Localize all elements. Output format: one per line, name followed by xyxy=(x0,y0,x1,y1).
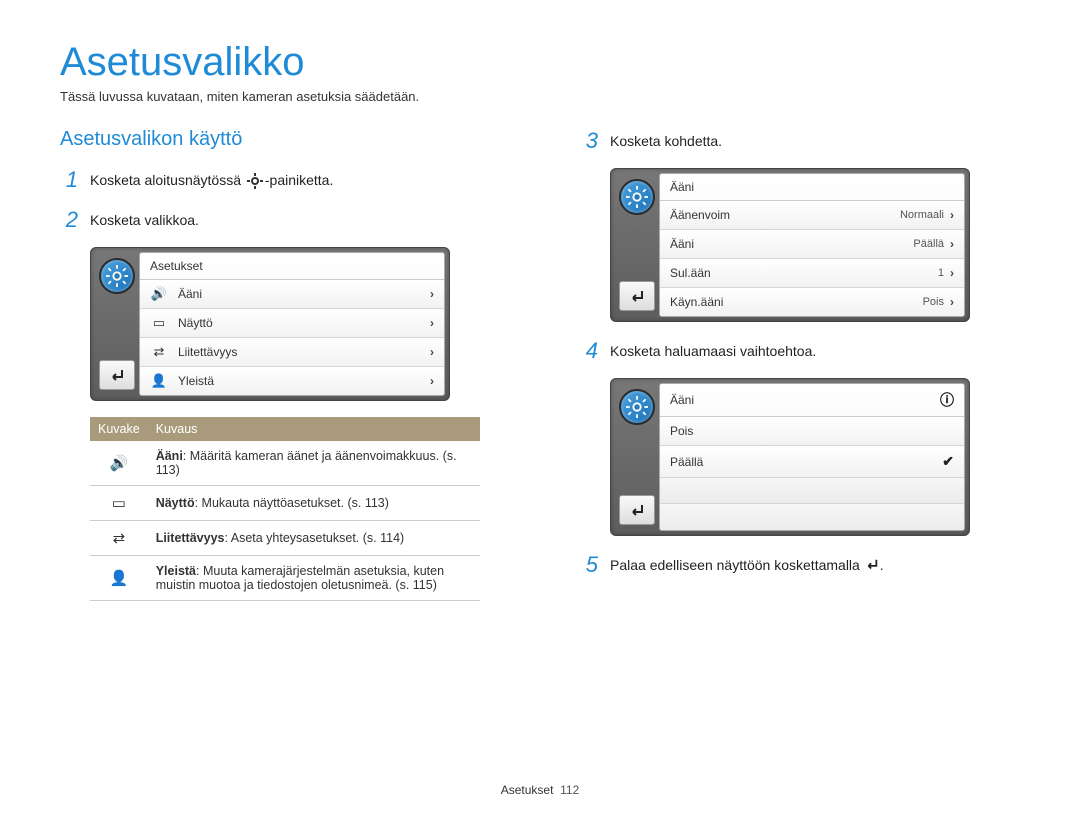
step-4: 4 Kosketa haluamaasi vaihtoehtoa. xyxy=(580,338,1020,364)
page-title: Asetusvalikko xyxy=(60,40,1020,85)
step-number: 1 xyxy=(60,167,78,193)
step-text: Palaa edelliseen näyttöön koskettamalla xyxy=(610,557,864,573)
display-icon: ▭ xyxy=(150,316,168,330)
panel-header: Ääni xyxy=(660,174,964,201)
connectivity-icon: ⇄ xyxy=(90,521,148,556)
display-icon: ▭ xyxy=(90,486,148,521)
row-label: Yleistä xyxy=(178,374,430,388)
gear-icon xyxy=(619,389,655,425)
table-header-icon: Kuvake xyxy=(90,417,148,441)
step-5: 5 Palaa edelliseen näyttöön koskettamall… xyxy=(580,552,1020,578)
panel-header: Ääni ⓘ xyxy=(660,384,964,417)
sound-icon: 🔊 xyxy=(90,441,148,486)
row-label: Ääni xyxy=(178,287,430,301)
back-button[interactable] xyxy=(619,281,655,311)
step-number: 4 xyxy=(580,338,598,364)
menu-row-shutter[interactable]: Sul.ään 1 › xyxy=(660,259,964,288)
step-number: 3 xyxy=(580,128,598,154)
general-icon: 👤 xyxy=(90,556,148,601)
row-label: Sul.ään xyxy=(670,266,938,280)
menu-row-beep[interactable]: Ääni Päällä › xyxy=(660,230,964,259)
chevron-right-icon: › xyxy=(430,374,434,388)
device-screen-sound: Ääni Äänenvoim Normaali › Ääni Päällä › … xyxy=(610,168,970,322)
desc-text: : Mukauta näyttöasetukset. (s. 113) xyxy=(195,496,389,510)
table-row: ⇄ Liitettävyys: Aseta yhteysasetukset. (… xyxy=(90,521,480,556)
sound-icon: 🔊 xyxy=(150,287,168,301)
menu-row-sound[interactable]: 🔊 Ääni › xyxy=(140,280,444,309)
chevron-right-icon: › xyxy=(950,208,954,222)
row-value: Normaali xyxy=(900,209,944,221)
row-value: Pois xyxy=(923,296,944,308)
section-title: Asetusvalikon käyttö xyxy=(60,128,500,151)
menu-row-volume[interactable]: Äänenvoim Normaali › xyxy=(660,201,964,230)
return-icon xyxy=(864,558,880,572)
row-label: Käyn.ääni xyxy=(670,295,923,309)
step-text: Kosketa valikkoa. xyxy=(90,207,199,231)
step-text: Kosketa aloitusnäytössä xyxy=(90,172,245,188)
step-text: Kosketa haluamaasi vaihtoehtoa. xyxy=(610,338,816,362)
menu-row-general[interactable]: 👤 Yleistä › xyxy=(140,367,444,395)
check-icon: ✔ xyxy=(942,453,954,470)
device-screen-settings: Asetukset 🔊 Ääni › ▭ Näyttö › ⇄ Liitettä… xyxy=(90,247,450,401)
option-row-off[interactable]: Pois xyxy=(660,417,964,446)
gear-icon xyxy=(247,173,263,189)
menu-row-startup[interactable]: Käyn.ääni Pois › xyxy=(660,288,964,316)
step-text: . xyxy=(880,557,884,573)
desc-title: Näyttö xyxy=(156,496,195,510)
step-3: 3 Kosketa kohdetta. xyxy=(580,128,1020,154)
step-1: 1 Kosketa aloitusnäytössä -painiketta. xyxy=(60,167,500,193)
step-number: 2 xyxy=(60,207,78,233)
chevron-right-icon: › xyxy=(950,295,954,309)
chevron-right-icon: › xyxy=(950,237,954,251)
device-screen-option: Ääni ⓘ Pois Päällä ✔ xyxy=(610,378,970,536)
step-2: 2 Kosketa valikkoa. xyxy=(60,207,500,233)
empty-row xyxy=(660,504,964,530)
panel-header: Asetukset xyxy=(140,253,444,280)
desc-title: Ääni xyxy=(156,449,183,463)
chevron-right-icon: › xyxy=(430,287,434,301)
row-label: Liitettävyys xyxy=(178,345,430,359)
row-label: Ääni xyxy=(670,237,913,251)
desc-text: : Aseta yhteysasetukset. (s. 114) xyxy=(224,531,404,545)
table-row: ▭ Näyttö: Mukauta näyttöasetukset. (s. 1… xyxy=(90,486,480,521)
menu-row-connectivity[interactable]: ⇄ Liitettävyys › xyxy=(140,338,444,367)
gear-icon xyxy=(99,258,135,294)
page-subtitle: Tässä luvussa kuvataan, miten kameran as… xyxy=(60,89,1020,104)
general-icon: 👤 xyxy=(150,374,168,388)
desc-title: Liitettävyys xyxy=(156,531,225,545)
footer-label: Asetukset xyxy=(501,783,554,797)
table-header-desc: Kuvaus xyxy=(148,417,480,441)
gear-icon xyxy=(619,179,655,215)
option-row-on[interactable]: Päällä ✔ xyxy=(660,446,964,478)
step-text: Kosketa kohdetta. xyxy=(610,128,722,152)
desc-text: : Määritä kameran äänet ja äänenvoimakku… xyxy=(156,449,457,477)
panel-header-label: Ääni xyxy=(670,393,694,407)
menu-row-display[interactable]: ▭ Näyttö › xyxy=(140,309,444,338)
desc-title: Yleistä xyxy=(156,564,196,578)
empty-row xyxy=(660,478,964,504)
step-text: -painiketta. xyxy=(265,172,333,188)
page-number: 112 xyxy=(560,783,579,797)
row-label: Näyttö xyxy=(178,316,430,330)
description-table: Kuvake Kuvaus 🔊 Ääni: Määritä kameran ää… xyxy=(90,417,480,601)
back-button[interactable] xyxy=(99,360,135,390)
table-row: 🔊 Ääni: Määritä kameran äänet ja äänenvo… xyxy=(90,441,480,486)
row-label: Äänenvoim xyxy=(670,208,900,222)
desc-text: : Muuta kamerajärjestelmän asetuksia, ku… xyxy=(156,564,444,592)
connectivity-icon: ⇄ xyxy=(150,345,168,359)
table-row: 👤 Yleistä: Muuta kamerajärjestelmän aset… xyxy=(90,556,480,601)
page-footer: Asetukset 112 xyxy=(0,783,1080,797)
chevron-right-icon: › xyxy=(950,266,954,280)
info-icon[interactable]: ⓘ xyxy=(940,390,954,410)
row-value: Päällä xyxy=(913,238,944,250)
row-label: Pois xyxy=(670,424,954,438)
chevron-right-icon: › xyxy=(430,345,434,359)
row-label: Päällä xyxy=(670,455,942,469)
chevron-right-icon: › xyxy=(430,316,434,330)
row-value: 1 xyxy=(938,267,944,279)
back-button[interactable] xyxy=(619,495,655,525)
step-number: 5 xyxy=(580,552,598,578)
